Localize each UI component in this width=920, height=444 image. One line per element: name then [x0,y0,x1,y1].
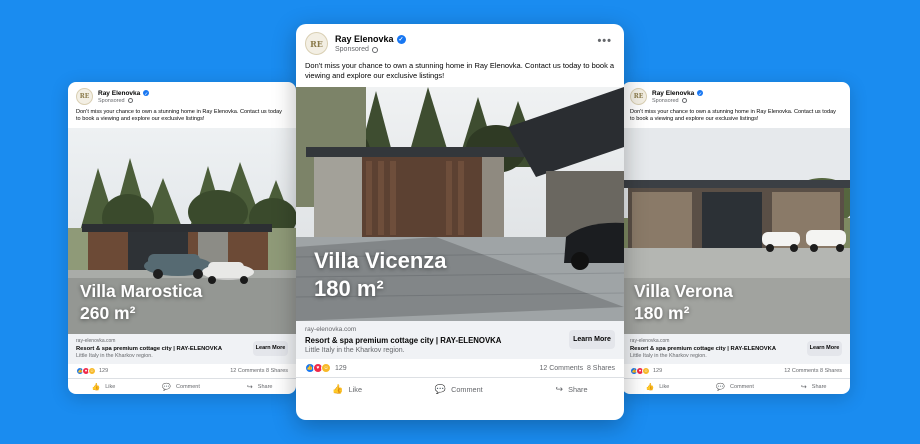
thumbs-up-icon: 👍 [91,384,101,392]
engagement-stats: 👍 ♥ ☺ 129 12 Comments 8 Shares [296,359,624,378]
ad-card-center: RE Ray Elenovka ✓ Sponsored ••• Don't mis… [296,24,624,420]
learn-more-button[interactable]: Learn More [807,340,842,356]
action-bar: 👍 Like 💬 Comment ↪ Share [622,379,850,394]
like-button[interactable]: 👍 Like [92,383,116,391]
share-icon: ↪ [555,384,564,394]
reactions[interactable]: 👍 ♥ ☺ 129 [76,366,109,375]
learn-more-button[interactable]: Learn More [569,330,615,349]
engagement-stats: 👍 ♥ ☺ 129 12 Comments 8 Shares [68,364,296,379]
comment-icon: 💬 [716,384,726,392]
share-icon: ↪ [800,384,807,392]
post-caption: Don't miss your chance to own a stunning… [76,109,282,123]
share-button[interactable]: ↪ Share [247,383,273,391]
comments-count[interactable]: 12 Comments [540,365,584,372]
shares-count[interactable]: 8 Shares [587,365,615,372]
comment-icon: 💬 [434,384,447,394]
villa-name: Villa Marostica [80,280,203,301]
link-preview[interactable]: ray-elenovka.com Resort & spa premium co… [68,333,296,364]
globe-icon [127,98,133,103]
page-avatar[interactable]: RE [305,32,328,55]
reactions[interactable]: 👍 ♥ ☺ 129 [630,366,663,375]
post-header: RE Ray Elenovka ✓ Sponsored [622,82,850,107]
thumbs-up-icon: 👍 [645,384,655,392]
sponsored-label[interactable]: Sponsored [335,46,369,53]
villa-area: 180 m² [314,276,384,301]
globe-icon [371,46,378,53]
comment-icon: 💬 [162,384,172,392]
page-avatar[interactable]: RE [76,88,93,105]
villa-area: 260 m² [80,302,136,323]
post-caption: Don't miss your chance to own a stunning… [305,61,615,80]
link-preview[interactable]: ray-elenovka.com Resort & spa premium co… [296,321,624,359]
link-preview[interactable]: ray-elenovka.com Resort & spa premium co… [622,333,850,364]
share-label: Share [811,384,827,391]
page-name[interactable]: Ray Elenovka [335,34,394,44]
ad-image[interactable]: Villa Vicenza 180 m² [296,87,624,321]
ad-image[interactable]: Villa Marostica 260 m² [68,127,296,334]
comments-count[interactable]: 12 Comments [230,368,264,374]
villa-name: Villa Verona [634,280,733,301]
link-description: Little Italy in the Kharkov region. [305,347,405,354]
like-label: Like [659,384,670,391]
verified-badge-icon: ✓ [396,34,406,44]
engagement-stats: 👍 ♥ ☺ 129 12 Comments 8 Shares [622,364,850,379]
ad-card-right: RE Ray Elenovka ✓ Sponsored Don't miss yo… [622,82,850,394]
share-label: Share [568,385,588,394]
post-header: RE Ray Elenovka ✓ Sponsored ••• [296,24,624,58]
share-icon: ↪ [246,384,253,392]
verified-badge-icon: ✓ [143,90,150,96]
page-name[interactable]: Ray Elenovka [652,90,694,97]
comment-label: Comment [730,384,754,391]
sponsored-label[interactable]: Sponsored [652,98,679,104]
thumbs-up-icon: 👍 [332,384,344,394]
care-reaction-icon: ☺ [88,366,96,375]
more-options-icon[interactable]: ••• [597,35,612,47]
action-bar: 👍 Like 💬 Comment ↪ Share [296,378,624,401]
reactions[interactable]: 👍 ♥ ☺ 129 [305,363,347,373]
like-button[interactable]: 👍 Like [332,384,362,395]
reaction-count: 129 [99,367,109,374]
care-reaction-icon: ☺ [321,363,331,373]
reaction-count: 129 [653,367,663,374]
post-header: RE Ray Elenovka ✓ Sponsored [68,82,296,107]
like-label: Like [348,385,363,394]
ad-image[interactable]: Villa Verona 180 m² [622,127,850,334]
villa-overlay: Villa Verona 180 m² [622,280,850,334]
comment-button[interactable]: 💬 Comment [716,383,754,391]
learn-more-button[interactable]: Learn More [253,340,288,356]
villa-overlay: Villa Marostica 260 m² [68,280,296,334]
share-label: Share [257,384,273,391]
comment-button[interactable]: 💬 Comment [162,383,200,391]
like-label: Like [105,384,116,391]
comment-button[interactable]: 💬 Comment [435,384,483,395]
shares-count[interactable]: 8 Shares [820,368,842,374]
comment-label: Comment [451,385,483,394]
comments-count[interactable]: 12 Comments [784,368,818,374]
globe-icon [681,98,687,103]
post-caption: Don't miss your chance to own a stunning… [630,109,836,123]
shares-count[interactable]: 8 Shares [266,368,288,374]
like-button[interactable]: 👍 Like [646,383,670,391]
villa-area: 180 m² [634,302,690,323]
share-button[interactable]: ↪ Share [556,384,588,395]
ad-card-left: RE Ray Elenovka ✓ Sponsored Don't miss yo… [68,82,296,394]
sponsored-label[interactable]: Sponsored [98,98,125,104]
villa-overlay: Villa Vicenza 180 m² [296,247,624,321]
page-avatar[interactable]: RE [630,88,647,105]
action-bar: 👍 Like 💬 Comment ↪ Share [68,379,296,394]
page-name[interactable]: Ray Elenovka [98,90,140,97]
share-button[interactable]: ↪ Share [801,383,827,391]
villa-name: Villa Vicenza [314,248,447,273]
comment-label: Comment [176,384,200,391]
verified-badge-icon: ✓ [697,90,704,96]
reaction-count: 129 [335,364,347,372]
care-reaction-icon: ☺ [642,366,650,375]
